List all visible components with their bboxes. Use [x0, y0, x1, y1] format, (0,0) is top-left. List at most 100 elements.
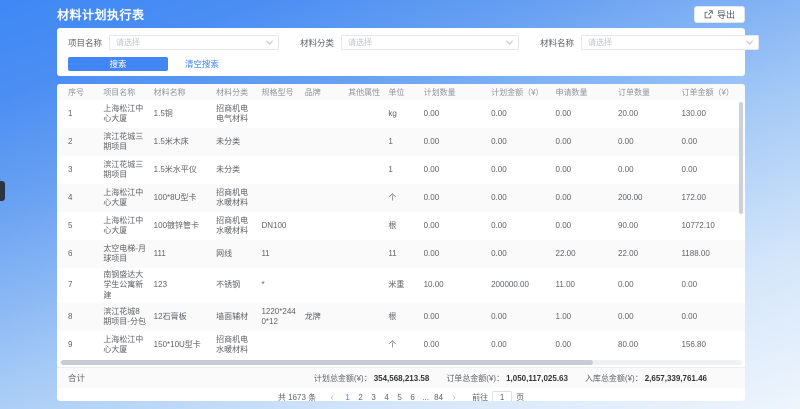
table-cell: 12石膏板 — [151, 303, 213, 331]
goto-page-input[interactable] — [492, 391, 512, 401]
table-cell: 3 — [57, 156, 100, 184]
table-panel: 序号项目名称材料名称材料分类规格型号品牌其他属性单位计划数量计划金额（¥）申请数… — [57, 84, 745, 401]
table-cell: 招商机电 水暖材料 — [213, 331, 258, 359]
page-number[interactable]: 2 — [354, 391, 367, 401]
filter-row: 项目名称 请选择 材料分类 请选择 材料名称 请选择 — [68, 35, 734, 50]
page-number[interactable]: 1 — [341, 391, 354, 401]
table-cell: 不锈钢 — [213, 268, 258, 303]
export-button[interactable]: 导出 — [694, 6, 745, 23]
table-cell: 90.00 — [615, 212, 678, 240]
table-row: 9上海松江中心大厦150*10U型卡招商机电 水暖材料个0.000.000.00… — [57, 331, 745, 359]
order-total: 订单总金额(¥)： 1,050,117,025.63 — [446, 373, 568, 384]
table-cell: 1.00 — [553, 303, 615, 331]
page-number[interactable]: 6 — [406, 391, 419, 401]
horizontal-scrollbar-track[interactable] — [60, 360, 742, 365]
page-list: 123456...84 — [341, 391, 445, 401]
table-cell — [345, 268, 385, 303]
table-cell: 7 — [57, 268, 100, 303]
table-cell — [345, 303, 385, 331]
table-cell: 上海松江中心大厦 — [100, 212, 150, 240]
table-cell: 20.00 — [615, 100, 678, 128]
clear-search-link[interactable]: 清空搜索 — [185, 58, 219, 70]
table-cell: 22.00 — [615, 240, 678, 268]
goto-page-suffix: 页 — [516, 392, 524, 401]
column-header: 材料分类 — [213, 84, 258, 100]
inbound-total-value: 2,657,339,761.46 — [645, 374, 707, 383]
page-number[interactable]: 4 — [380, 391, 393, 401]
page: 材料计划执行表 导出 项目名称 请选择 材 — [0, 0, 800, 409]
material-select[interactable]: 请选择 — [581, 35, 759, 50]
table-cell: 1.5米水平仪 — [151, 156, 213, 184]
horizontal-scrollbar-thumb[interactable] — [61, 360, 593, 365]
table-cell: 0.00 — [553, 212, 615, 240]
table-cell: 根 — [385, 303, 420, 331]
category-filter-label: 材料分类 — [300, 37, 334, 49]
export-icon — [704, 10, 713, 19]
table-cell — [345, 128, 385, 156]
table-cell: DN100 — [258, 212, 301, 240]
table-cell: 1.5铜 — [151, 100, 213, 128]
summary-totals: 计划总金额(¥)： 354,568,213.58 订单总金额(¥)： 1,050… — [314, 373, 707, 384]
table-cell: 80.00 — [615, 331, 678, 359]
table-cell: 10772.10 — [678, 212, 745, 240]
table-cell — [302, 156, 345, 184]
page-number[interactable]: 3 — [367, 391, 380, 401]
table-cell: 0.00 — [678, 268, 745, 303]
table-cell: 6 — [57, 240, 100, 268]
chevron-down-icon — [746, 38, 753, 45]
table-cell: 0.00 — [421, 331, 488, 359]
table-cell: 0.00 — [488, 156, 552, 184]
summary-row: 合计 计划总金额(¥)： 354,568,213.58 订单总金额(¥)： 1,… — [57, 367, 745, 388]
table-cell: 0.00 — [488, 303, 552, 331]
table-cell: 滨江花城三期项目 — [100, 156, 150, 184]
table-cell: 太空电梯-月球项目 — [100, 240, 150, 268]
column-header: 序号 — [57, 84, 100, 100]
next-page-button[interactable]: › — [448, 392, 460, 401]
table-cell: 0.00 — [488, 128, 552, 156]
filter-panel: 项目名称 请选择 材料分类 请选择 材料名称 请选择 — [57, 28, 745, 76]
table-cell: 9 — [57, 331, 100, 359]
table-cell: 130.00 — [678, 100, 745, 128]
table-cell: 1.5米木床 — [151, 128, 213, 156]
table-cell: 10.00 — [421, 268, 488, 303]
column-header: 订单金额（¥） — [678, 84, 745, 100]
table-cell: 0.00 — [488, 184, 552, 212]
table-cell: 0.00 — [488, 240, 552, 268]
sidebar-toggle-handle[interactable] — [0, 181, 5, 201]
column-header: 规格型号 — [258, 84, 301, 100]
table-cell: 11 — [258, 240, 301, 268]
table-cell: 22.00 — [553, 240, 615, 268]
search-button[interactable]: 搜索 — [68, 57, 168, 71]
category-select[interactable]: 请选择 — [341, 35, 519, 50]
project-filter-label: 项目名称 — [68, 37, 102, 49]
category-select-placeholder: 请选择 — [348, 37, 372, 48]
table-cell — [258, 128, 301, 156]
table-cell — [345, 100, 385, 128]
table-cell — [258, 184, 301, 212]
table-cell: 网线 — [213, 240, 258, 268]
material-select-placeholder: 请选择 — [588, 37, 612, 48]
plan-total-value: 354,568,213.58 — [374, 374, 430, 383]
column-header: 申请数量 — [553, 84, 615, 100]
prev-page-button[interactable]: ‹ — [326, 392, 338, 401]
table-cell: 11 — [385, 240, 420, 268]
column-header: 单位 — [385, 84, 420, 100]
column-header: 品牌 — [302, 84, 345, 100]
table-cell: 0.00 — [615, 128, 678, 156]
table-cell: 150*10U型卡 — [151, 331, 213, 359]
chevron-down-icon — [506, 38, 513, 45]
table-cell: 100镀锌管卡 — [151, 212, 213, 240]
page-number[interactable]: 84 — [432, 391, 445, 401]
table-cell: 5 — [57, 212, 100, 240]
page-number[interactable]: 5 — [393, 391, 406, 401]
table-cell: 0.00 — [553, 156, 615, 184]
table-cell: 0.00 — [678, 128, 745, 156]
inbound-total: 入库总金额(¥)： 2,657,339,761.46 — [585, 373, 707, 384]
project-select[interactable]: 请选择 — [109, 35, 279, 50]
page-title: 材料计划执行表 — [57, 6, 145, 23]
table-cell: 200.00 — [615, 184, 678, 212]
filter-group-category: 材料分类 请选择 — [300, 35, 519, 50]
table-cell: 0.00 — [553, 184, 615, 212]
column-header: 项目名称 — [100, 84, 150, 100]
vertical-scrollbar[interactable] — [739, 102, 743, 214]
